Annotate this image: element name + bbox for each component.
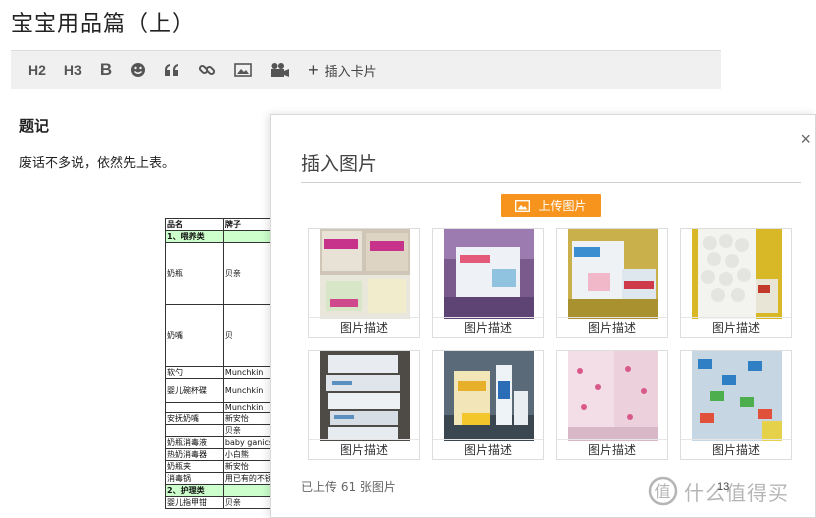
cotton-balls-photo — [692, 229, 782, 319]
h3-button[interactable]: H3 — [55, 51, 91, 90]
image-caption[interactable]: 图片描述 — [681, 439, 791, 459]
paragraph-text: 废话不多说，依然先上表。 — [19, 156, 176, 171]
h2-button[interactable]: H2 — [19, 51, 55, 90]
table-cell: 热奶消毒器 — [165, 448, 224, 461]
dialog-title: 插入图片 — [301, 153, 378, 175]
image-thumbnail[interactable]: 图片描述 — [432, 228, 544, 338]
page-title: 宝宝用品篇（上） — [11, 12, 196, 37]
svg-text:值: 值 — [654, 482, 671, 501]
table-cell — [165, 402, 224, 413]
table-cell: 1、喂养类 — [165, 230, 224, 243]
image-caption[interactable]: 图片描述 — [309, 439, 419, 459]
uploaded-count: 已上传 61 张图片 — [301, 480, 396, 494]
table-cell: 奶瓶消毒液 — [165, 436, 224, 449]
image-caption[interactable]: 图片描述 — [433, 317, 543, 337]
image-button[interactable] — [225, 51, 261, 90]
table-cell: 婴儿指甲钳 — [165, 496, 224, 509]
image-thumbnail[interactable]: 图片描述 — [680, 228, 792, 338]
image-caption[interactable]: 图片描述 — [557, 439, 667, 459]
table-cell: 奶瓶夹 — [165, 460, 224, 473]
upload-label: 上传图片 — [538, 199, 587, 213]
pink-clothes-photo — [568, 351, 658, 441]
insert-card-button[interactable]: + 插入卡片 — [299, 51, 386, 90]
image-thumbnail[interactable]: 图片描述 — [680, 350, 792, 460]
table-cell: 2、护理类 — [165, 484, 224, 497]
close-icon[interactable]: × — [800, 129, 811, 150]
image-thumbnail[interactable]: 图片描述 — [308, 350, 420, 460]
image-thumbnail[interactable]: 图片描述 — [432, 350, 544, 460]
link-icon — [199, 64, 216, 76]
emoji-button[interactable] — [121, 51, 155, 90]
cartoon-bibs-photo — [692, 351, 782, 441]
emoji-icon — [131, 63, 146, 77]
link-button[interactable] — [189, 51, 225, 90]
plus-icon: + — [308, 60, 319, 80]
table-cell: 安抚奶嘴 — [165, 412, 224, 425]
image-thumbnail[interactable]: 图片描述 — [308, 228, 420, 338]
quote-icon — [165, 64, 179, 76]
bold-button[interactable]: B — [91, 51, 121, 90]
image-thumbnail[interactable]: 图片描述 — [556, 350, 668, 460]
editor-toolbar: H2 H3 B + 插入卡片 — [11, 50, 721, 89]
baby-lotion-photo — [444, 351, 534, 441]
video-icon — [271, 63, 290, 77]
image-caption[interactable]: 图片描述 — [309, 317, 419, 337]
video-button[interactable] — [261, 51, 299, 90]
table-cell: 软勺 — [165, 366, 224, 379]
table-header-cell: 品名 — [165, 218, 224, 231]
merries-diapers-photo — [320, 229, 410, 319]
insert-image-dialog: × 插入图片 上传图片 图片描述 图片描述 图片描述 图片描述 图片描述 图片描… — [270, 114, 816, 518]
image-icon — [234, 63, 252, 77]
quote-button[interactable] — [155, 51, 189, 90]
image-caption[interactable]: 图片描述 — [557, 317, 667, 337]
table-cell: 奶瓶 — [165, 242, 224, 305]
upload-image-button[interactable]: 上传图片 — [501, 194, 601, 217]
insert-card-label: 插入卡片 — [324, 63, 377, 79]
bold-icon: B — [99, 60, 113, 79]
kaili-pads-photo — [568, 229, 658, 319]
stacked-pads-photo — [320, 351, 410, 441]
goon-diapers-photo — [444, 229, 534, 319]
watermark-text: 什么值得买 — [684, 480, 789, 505]
site-watermark: 值 什么值得买 — [648, 476, 789, 506]
image-caption[interactable]: 图片描述 — [681, 317, 791, 337]
watermark-logo-icon: 值 — [648, 476, 678, 506]
table-cell — [165, 424, 224, 437]
section-heading: 题记 — [19, 117, 50, 135]
table-cell: 婴儿碗杯碟 — [165, 378, 224, 403]
table-cell: 奶嘴 — [165, 304, 224, 367]
image-thumbnail[interactable]: 图片描述 — [556, 228, 668, 338]
image-caption[interactable]: 图片描述 — [433, 439, 543, 459]
table-cell: 消毒锅 — [165, 472, 224, 485]
divider — [301, 182, 801, 183]
image-upload-icon — [515, 199, 531, 212]
